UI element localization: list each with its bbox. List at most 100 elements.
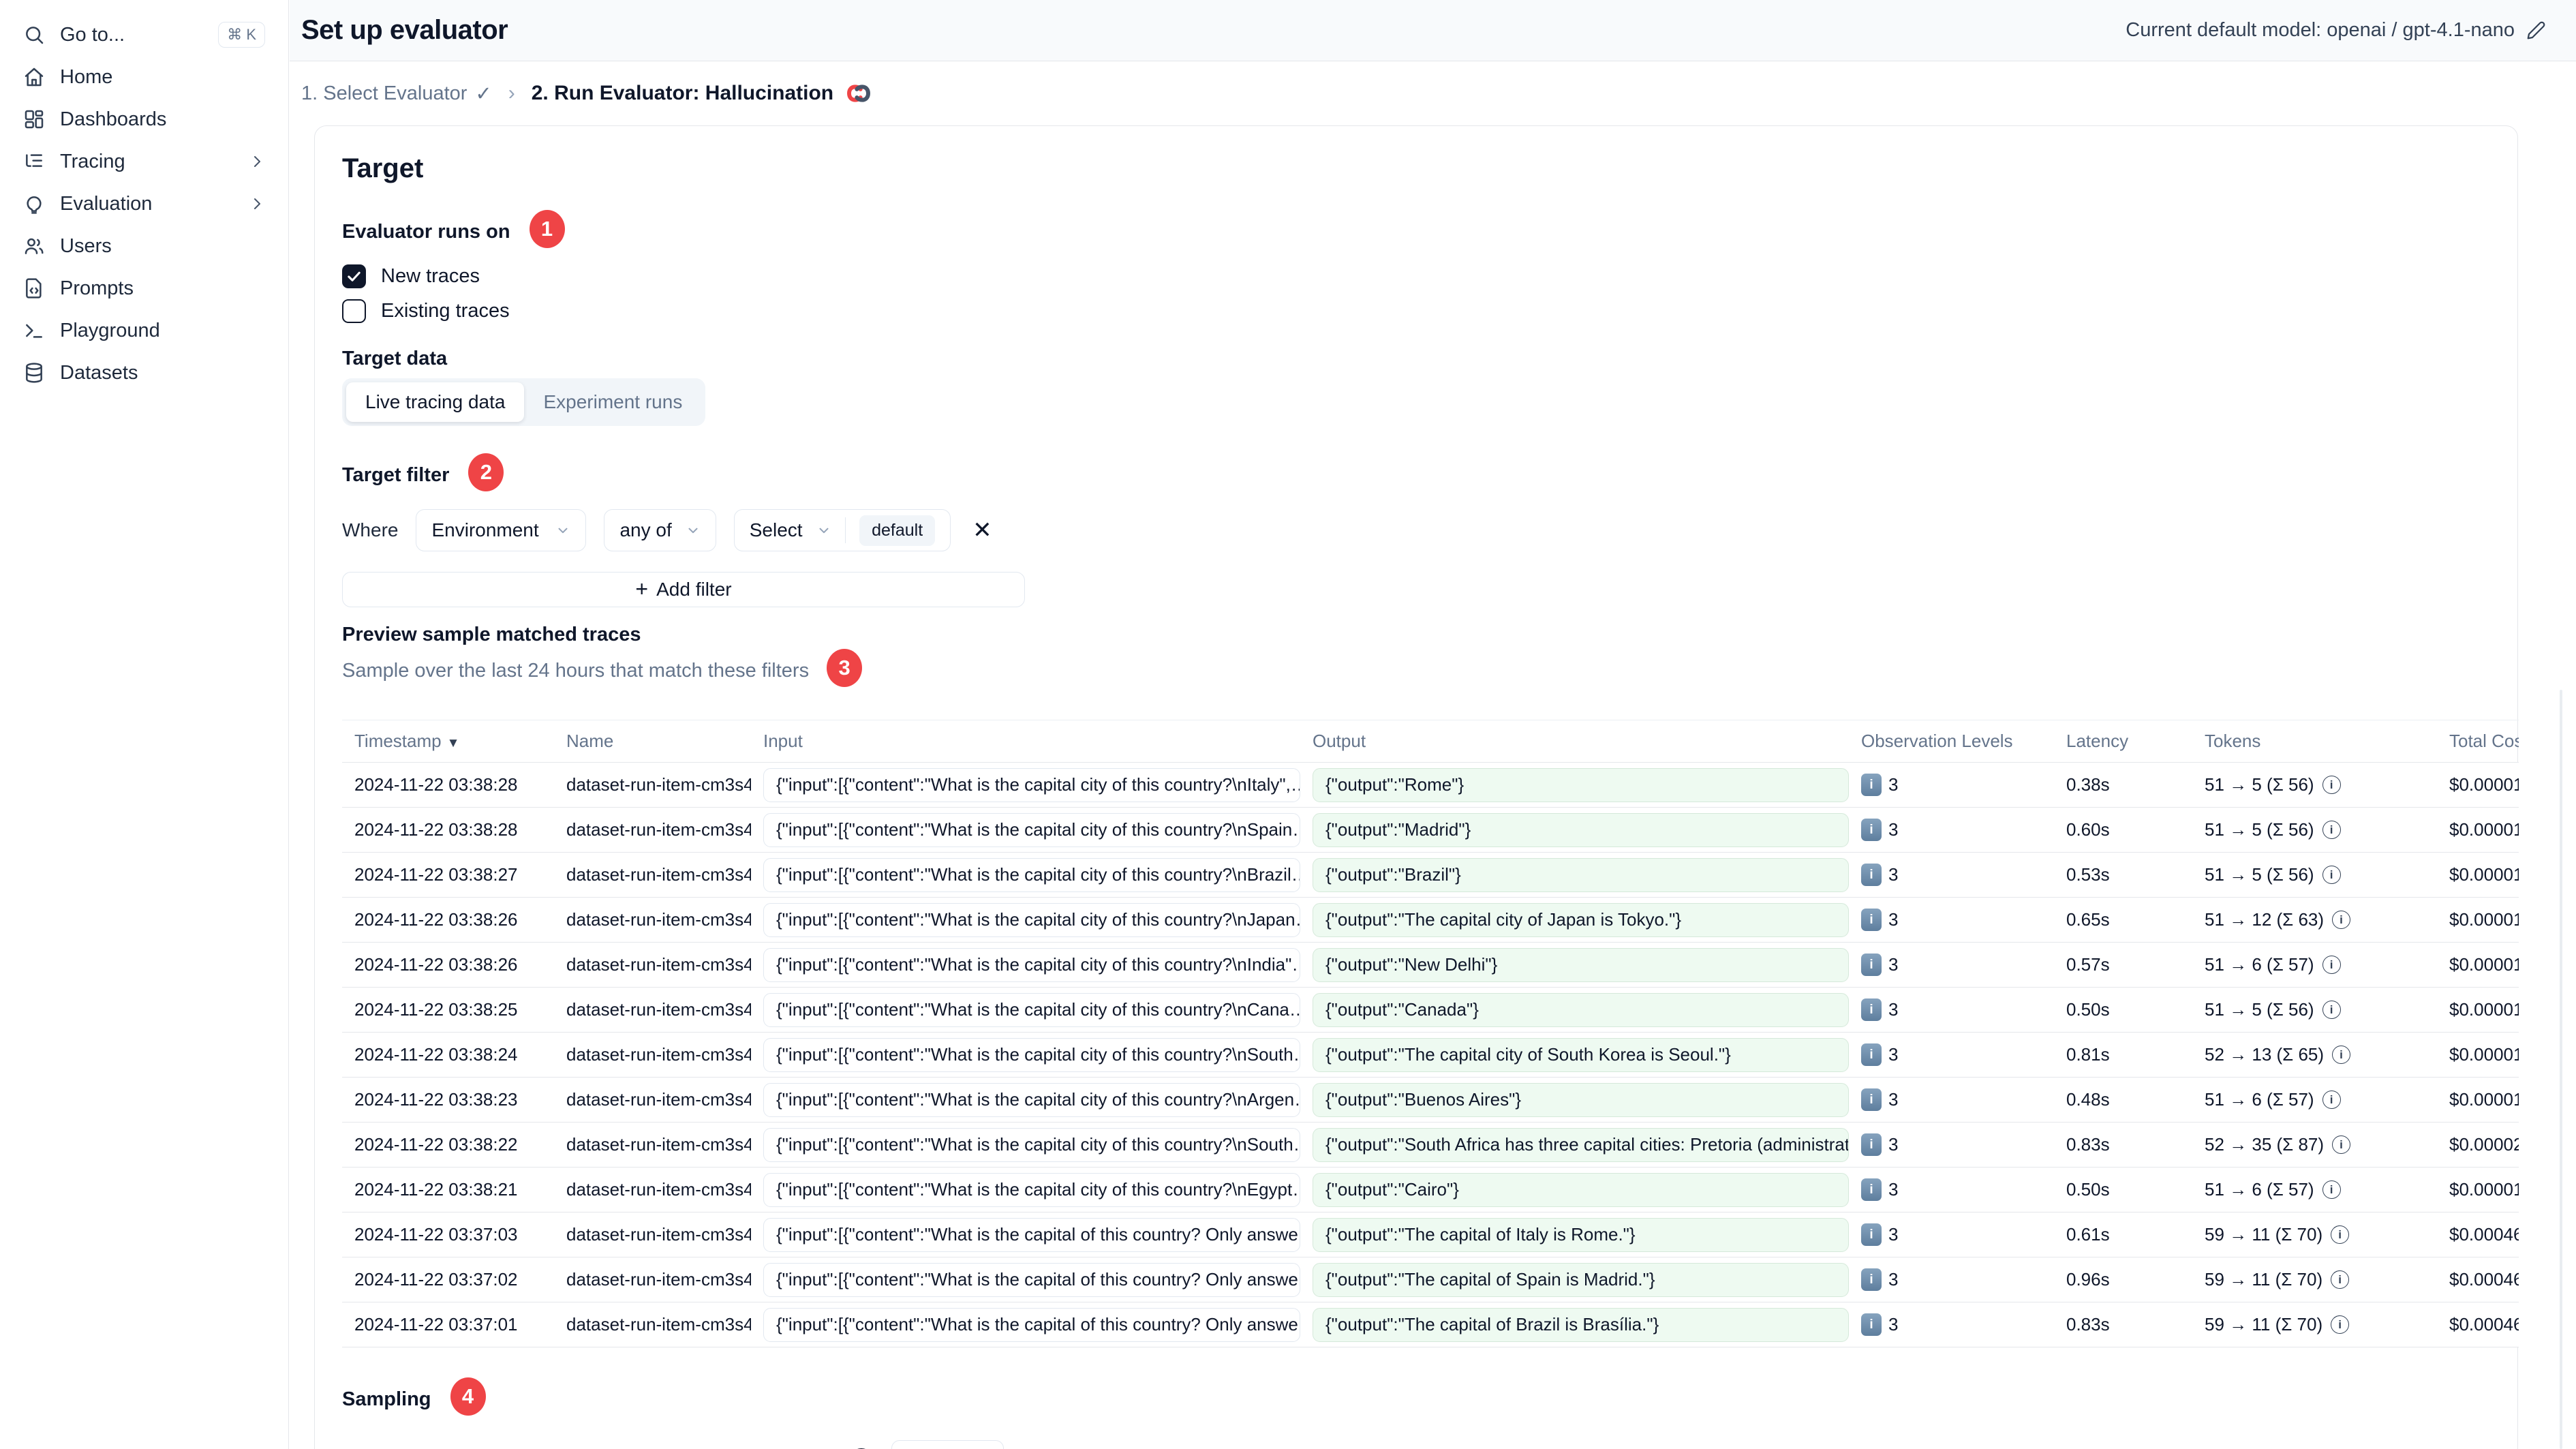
info-icon[interactable]: i xyxy=(2322,776,2341,794)
sidebar-item-users[interactable]: Users xyxy=(11,225,277,267)
edit-pencil-icon[interactable] xyxy=(2526,20,2546,41)
filter-operator-select[interactable]: any of xyxy=(604,509,716,551)
observation-level-icon: i xyxy=(1861,1088,1882,1111)
output-preview-box[interactable]: {"output":"Canada"} xyxy=(1313,992,1849,1027)
table-row[interactable]: 2024-11-22 03:38:24 dataset-run-item-cm3… xyxy=(342,1033,2519,1078)
input-preview-box[interactable]: {"input":[{"content":"What is the capita… xyxy=(763,947,1300,982)
checkbox-new-traces[interactable]: New traces xyxy=(342,264,2490,288)
input-preview-box[interactable]: {"input":[{"content":"What is the capita… xyxy=(763,902,1300,937)
info-icon[interactable]: i xyxy=(2322,866,2341,884)
database-icon xyxy=(26,363,42,383)
filter-value-select[interactable]: Select default xyxy=(733,509,951,551)
info-icon[interactable]: i xyxy=(2332,911,2351,929)
input-preview-box[interactable]: {"input":[{"content":"What is the capita… xyxy=(763,767,1300,802)
checkbox-checked-icon[interactable] xyxy=(342,264,366,288)
input-preview-box[interactable]: {"input":[{"content":"What is the capita… xyxy=(763,812,1300,847)
table-row[interactable]: 2024-11-22 03:38:28 dataset-run-item-cm3… xyxy=(342,808,2519,853)
chevron-down-icon xyxy=(688,528,698,534)
input-preview-box[interactable]: {"input":[{"content":"What is the capita… xyxy=(763,1127,1300,1162)
output-preview-box[interactable]: {"output":"Cairo"} xyxy=(1313,1172,1849,1207)
goto-search[interactable]: Go to... ⌘ K xyxy=(11,14,277,56)
cell-tokens: 59 → 11 (Σ 70) i xyxy=(2192,1269,2437,1290)
remove-filter-button[interactable]: ✕ xyxy=(968,517,996,544)
column-header-total-cost[interactable]: Total Cost xyxy=(2437,731,2519,752)
sidebar-item-evaluation[interactable]: Evaluation xyxy=(11,183,277,225)
annotation-badge-3: 3 xyxy=(827,649,863,687)
checkbox-unchecked-icon[interactable] xyxy=(342,299,366,323)
cell-timestamp: 2024-11-22 03:38:24 xyxy=(354,1044,518,1065)
add-filter-button[interactable]: + Add filter xyxy=(342,572,1025,607)
info-icon[interactable]: i xyxy=(2322,956,2341,974)
sidebar-item-dashboards[interactable]: Dashboards xyxy=(11,98,277,140)
info-icon[interactable]: i xyxy=(2322,1090,2341,1109)
tab-live-tracing-data[interactable]: Live tracing data xyxy=(346,382,525,422)
input-preview-box[interactable]: {"input":[{"content":"What is the capita… xyxy=(763,1082,1300,1117)
output-preview-box[interactable]: {"output":"The capital city of Japan is … xyxy=(1313,902,1849,937)
output-preview-box[interactable]: {"output":"South Africa has three capita… xyxy=(1313,1127,1849,1162)
table-row[interactable]: 2024-11-22 03:38:26 dataset-run-item-cm3… xyxy=(342,898,2519,943)
table-row[interactable]: 2024-11-22 03:38:25 dataset-run-item-cm3… xyxy=(342,988,2519,1033)
info-icon[interactable]: i xyxy=(2322,1180,2341,1199)
tab-experiment-runs[interactable]: Experiment runs xyxy=(524,382,701,422)
breadcrumb-step1[interactable]: 1. Select Evaluator ✓ xyxy=(301,82,492,106)
output-preview-box[interactable]: {"output":"The capital of Spain is Madri… xyxy=(1313,1262,1849,1297)
sidebar-item-datasets[interactable]: Datasets xyxy=(11,352,277,394)
output-preview-box[interactable]: {"output":"The capital of Italy is Rome.… xyxy=(1313,1217,1849,1252)
window-scrollbar[interactable] xyxy=(2560,690,2562,1449)
info-icon[interactable]: i xyxy=(2331,1270,2350,1289)
cell-output: {"output":"New Delhi"} xyxy=(1300,947,1849,982)
column-header-output[interactable]: Output xyxy=(1300,731,1849,752)
sampling-percentage-input[interactable] xyxy=(891,1440,1004,1449)
cell-observation-levels: i 3 xyxy=(1849,1043,2054,1066)
input-preview-box[interactable]: {"input":[{"content":"What is the capita… xyxy=(763,857,1300,892)
cell-name: dataset-run-item-cm3s4 xyxy=(566,1134,751,1155)
output-preview-box[interactable]: {"output":"Rome"} xyxy=(1313,767,1849,802)
info-icon[interactable]: i xyxy=(2332,1046,2351,1064)
column-header-name[interactable]: Name xyxy=(554,731,751,752)
info-icon[interactable]: i xyxy=(2332,1135,2351,1154)
input-preview-box[interactable]: {"input":[{"content":"What is the capita… xyxy=(763,1262,1300,1297)
cell-input: {"input":[{"content":"What is the capita… xyxy=(751,1127,1300,1162)
column-header-latency[interactable]: Latency xyxy=(2054,731,2192,752)
output-preview-box[interactable]: {"output":"Madrid"} xyxy=(1313,812,1849,847)
sidebar-item-prompts[interactable]: Prompts xyxy=(11,267,277,309)
table-row[interactable]: 2024-11-22 03:38:28 dataset-run-item-cm3… xyxy=(342,763,2519,808)
observation-level-icon: i xyxy=(1861,1178,1882,1201)
cell-output: {"output":"The capital city of Japan is … xyxy=(1300,902,1849,937)
column-header-timestamp[interactable]: Timestamp ▼ xyxy=(342,731,554,752)
input-preview-box[interactable]: {"input":[{"content":"What is the capita… xyxy=(763,1172,1300,1207)
cell-total-cost: $0.000011 ( xyxy=(2449,819,2519,840)
output-preview-box[interactable]: {"output":"Buenos Aires"} xyxy=(1313,1082,1849,1117)
table-row[interactable]: 2024-11-22 03:37:03 dataset-run-item-cm3… xyxy=(342,1212,2519,1257)
input-preview-box[interactable]: {"input":[{"content":"What is the capita… xyxy=(763,1307,1300,1342)
table-row[interactable]: 2024-11-22 03:38:21 dataset-run-item-cm3… xyxy=(342,1168,2519,1212)
table-row[interactable]: 2024-11-22 03:38:23 dataset-run-item-cm3… xyxy=(342,1078,2519,1123)
cell-output: {"output":"Cairo"} xyxy=(1300,1172,1849,1207)
column-header-tokens[interactable]: Tokens xyxy=(2192,731,2437,752)
info-icon[interactable]: i xyxy=(2331,1225,2350,1244)
column-header-observation-levels[interactable]: Observation Levels xyxy=(1849,731,2054,752)
output-preview-box[interactable]: {"output":"The capital of Brazil is Bras… xyxy=(1313,1307,1849,1342)
sidebar-item-tracing[interactable]: Tracing xyxy=(11,140,277,183)
input-preview-box[interactable]: {"input":[{"content":"What is the capita… xyxy=(763,992,1300,1027)
sampling-label: Sampling 4 xyxy=(342,1377,2490,1418)
sidebar-item-playground[interactable]: Playground xyxy=(11,309,277,352)
column-header-input[interactable]: Input xyxy=(751,731,1300,752)
table-row[interactable]: 2024-11-22 03:38:26 dataset-run-item-cm3… xyxy=(342,943,2519,988)
filter-column-select[interactable]: Environment xyxy=(416,509,587,551)
table-row[interactable]: 2024-11-22 03:38:27 dataset-run-item-cm3… xyxy=(342,853,2519,898)
checkbox-existing-traces[interactable]: Existing traces xyxy=(342,299,2490,323)
input-preview-box[interactable]: {"input":[{"content":"What is the capita… xyxy=(763,1037,1300,1072)
info-icon[interactable]: i xyxy=(2322,821,2341,839)
cell-name: dataset-run-item-cm3s4 xyxy=(566,954,751,975)
table-row[interactable]: 2024-11-22 03:37:02 dataset-run-item-cm3… xyxy=(342,1257,2519,1302)
output-preview-box[interactable]: {"output":"Brazil"} xyxy=(1313,857,1849,892)
output-preview-box[interactable]: {"output":"The capital city of South Kor… xyxy=(1313,1037,1849,1072)
output-preview-box[interactable]: {"output":"New Delhi"} xyxy=(1313,947,1849,982)
sidebar-item-home[interactable]: Home xyxy=(11,56,277,98)
info-icon[interactable]: i xyxy=(2322,1001,2341,1019)
table-row[interactable]: 2024-11-22 03:37:01 dataset-run-item-cm3… xyxy=(342,1302,2519,1347)
input-preview-box[interactable]: {"input":[{"content":"What is the capita… xyxy=(763,1217,1300,1252)
info-icon[interactable]: i xyxy=(2331,1315,2350,1334)
table-row[interactable]: 2024-11-22 03:38:22 dataset-run-item-cm3… xyxy=(342,1123,2519,1168)
